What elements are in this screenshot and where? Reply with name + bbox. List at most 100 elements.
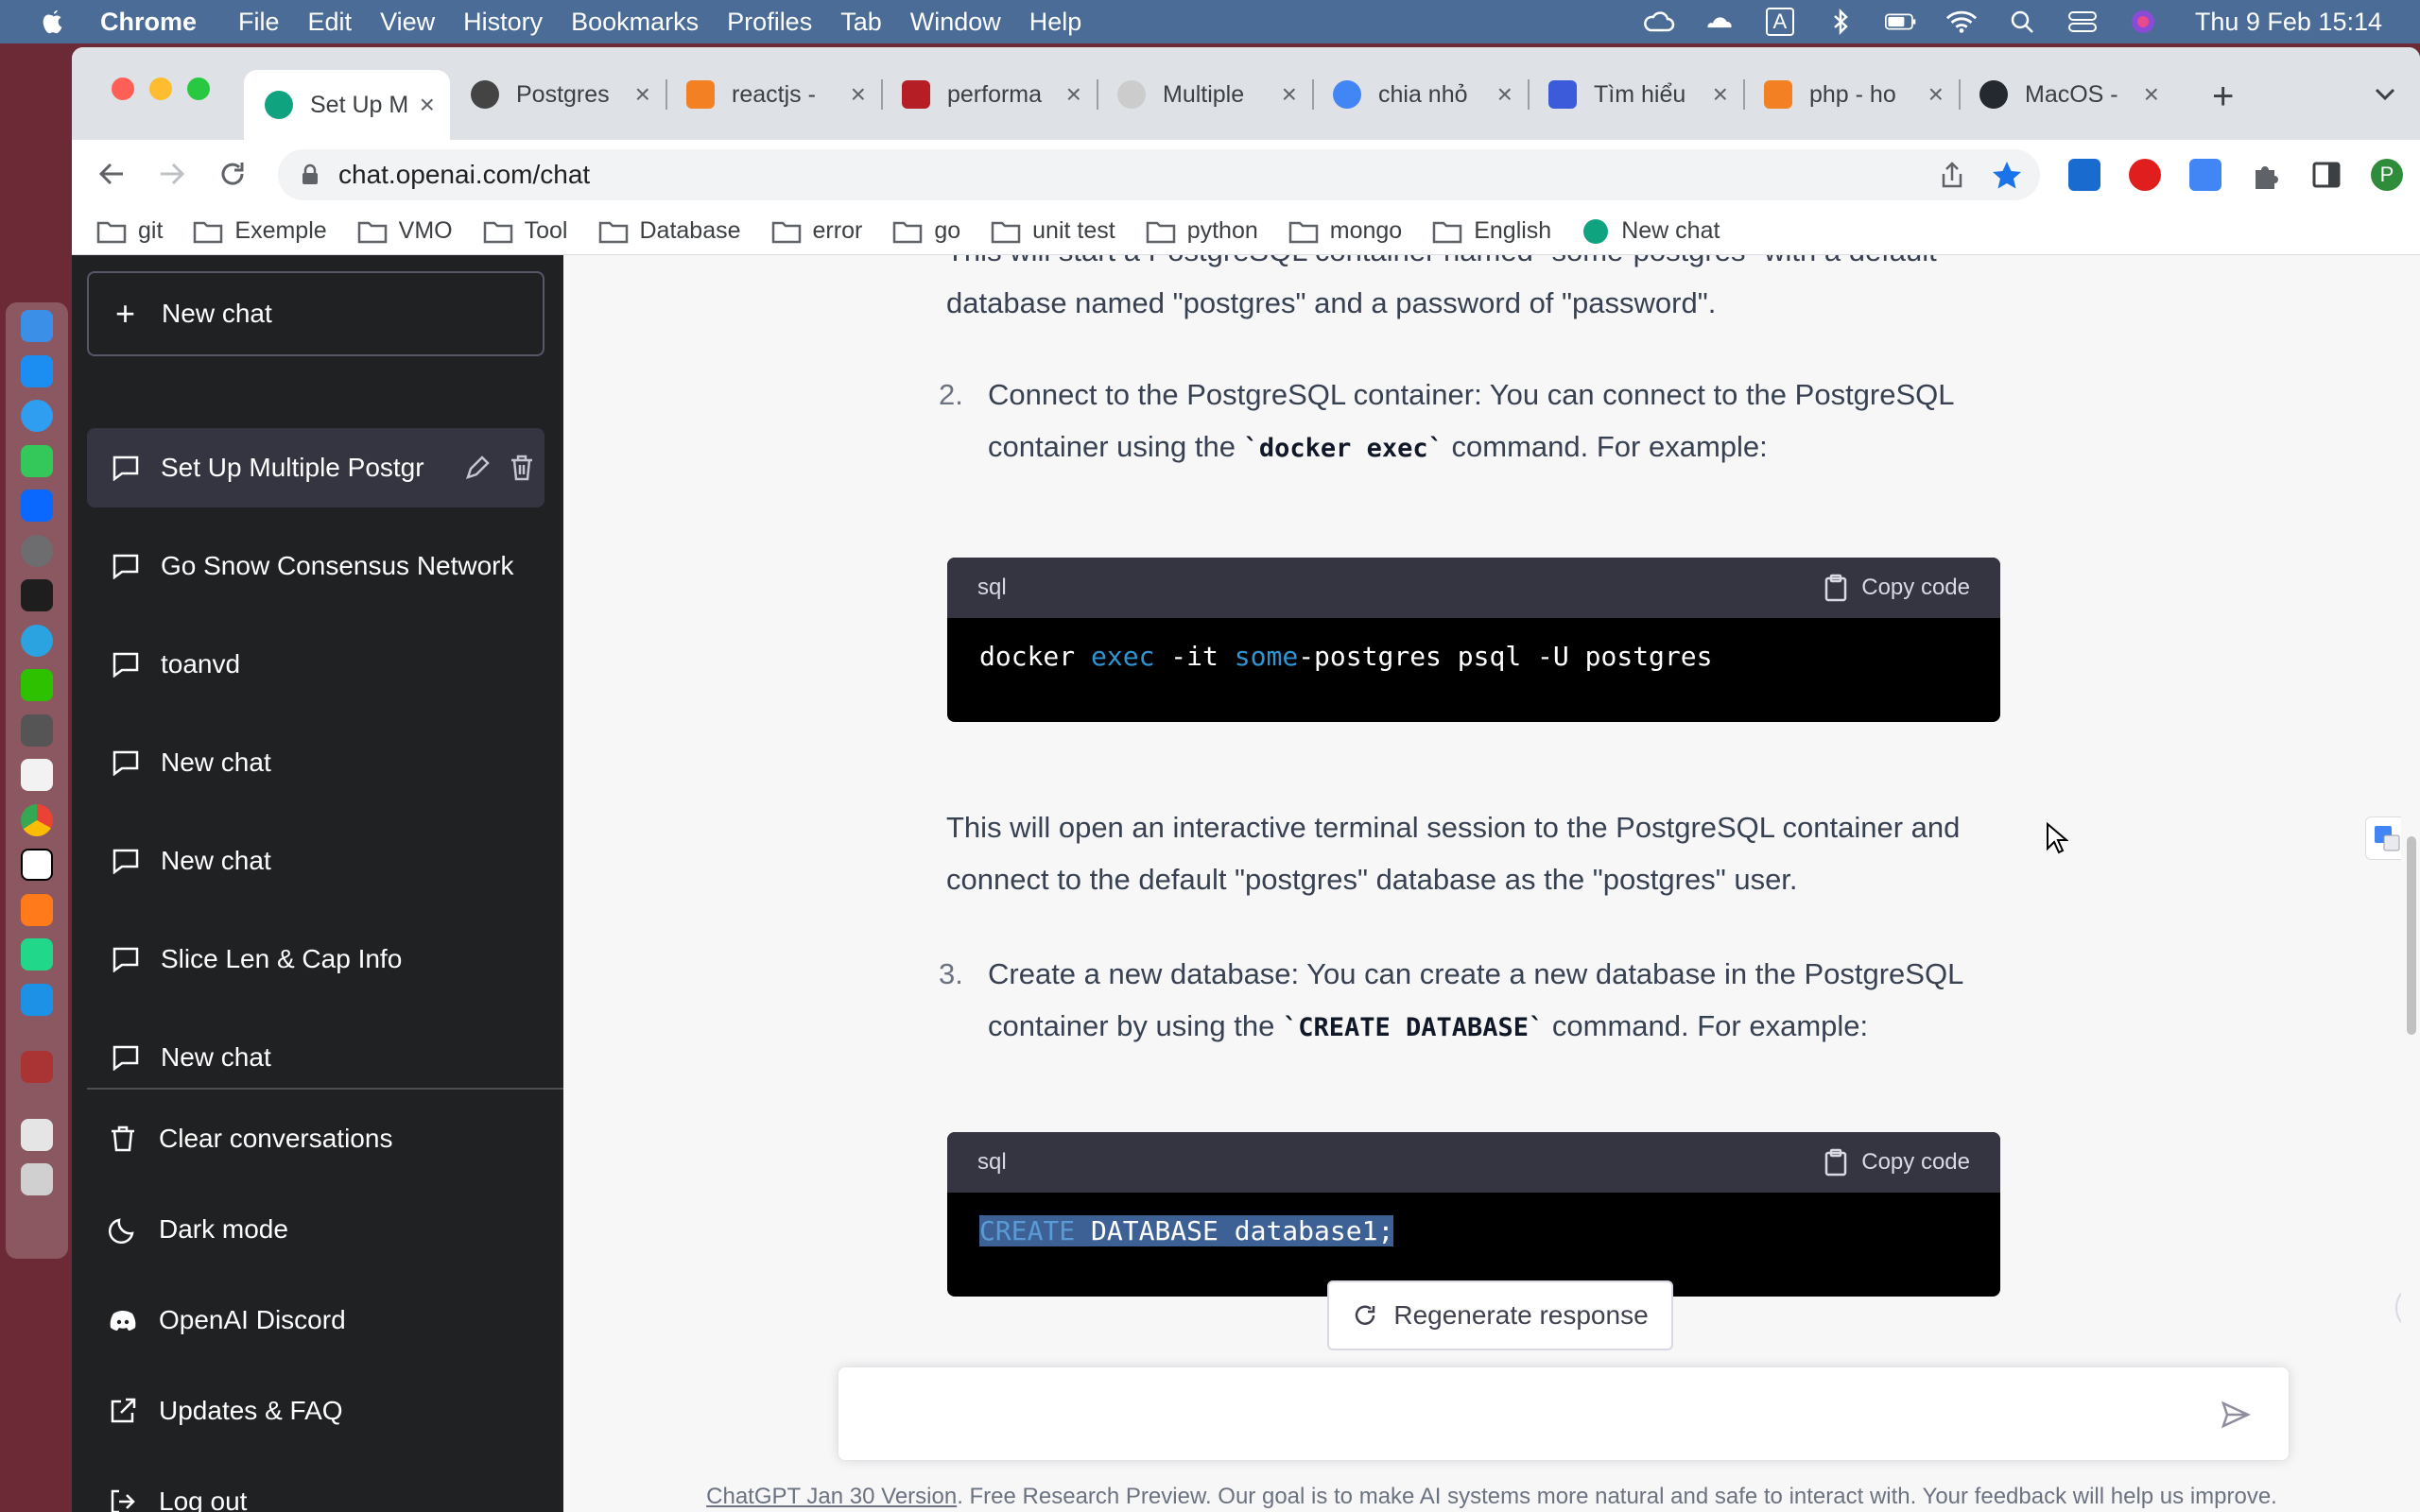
bookmark-folder-tool[interactable]: Tool bbox=[483, 217, 568, 245]
tab-postgres[interactable]: Postgres × bbox=[450, 70, 667, 119]
bookmark-folder-git[interactable]: git bbox=[96, 217, 163, 245]
copy-code-button[interactable]: Copy code bbox=[1824, 574, 1970, 602]
new-tab-plus-icon[interactable]: + bbox=[2212, 76, 2234, 118]
profile-avatar[interactable]: P bbox=[2371, 159, 2403, 191]
conversation-item[interactable]: New chat bbox=[87, 1018, 544, 1097]
bookmark-folder-python[interactable]: python bbox=[1146, 217, 1258, 245]
google-translate-extension-icon[interactable] bbox=[2189, 159, 2221, 191]
menu-profiles[interactable]: Profiles bbox=[727, 8, 812, 37]
tab-close-icon[interactable]: × bbox=[635, 79, 650, 110]
bookmark-folder-database[interactable]: Database bbox=[598, 217, 741, 245]
menu-file[interactable]: File bbox=[238, 8, 280, 37]
menu-window[interactable]: Window bbox=[910, 8, 1001, 37]
tab-close-icon[interactable]: × bbox=[1066, 79, 1081, 110]
bookmark-folder-exemple[interactable]: Exemple bbox=[193, 217, 327, 245]
window-close-button[interactable] bbox=[112, 77, 134, 100]
dock-app-preview-icon[interactable] bbox=[21, 1051, 53, 1083]
message-input[interactable] bbox=[857, 1390, 2181, 1439]
clear-conversations-button[interactable]: Clear conversations bbox=[87, 1099, 544, 1178]
bookmark-star-icon[interactable] bbox=[1991, 160, 2023, 190]
dock-appstore-icon[interactable] bbox=[21, 354, 53, 387]
tab-close-icon[interactable]: × bbox=[1928, 79, 1944, 110]
forward-arrow-icon[interactable] bbox=[155, 157, 189, 191]
main-scrollbar[interactable] bbox=[2401, 255, 2420, 1512]
conversation-item[interactable]: toanvd bbox=[87, 625, 544, 704]
dock-safari-icon[interactable] bbox=[21, 400, 53, 432]
dock-docker-icon[interactable] bbox=[21, 983, 53, 1016]
battery-icon[interactable] bbox=[1884, 9, 1917, 35]
lock-icon[interactable] bbox=[301, 163, 320, 186]
conversation-item[interactable]: New chat bbox=[87, 723, 544, 802]
control-center-icon[interactable] bbox=[2066, 9, 2099, 35]
conversation-item[interactable]: New chat bbox=[87, 821, 544, 901]
bookmark-folder-error[interactable]: error bbox=[771, 217, 862, 245]
dock-wechat-icon[interactable] bbox=[21, 669, 53, 701]
openai-discord-link[interactable]: OpenAI Discord bbox=[87, 1280, 544, 1360]
tab-close-icon[interactable]: × bbox=[1713, 79, 1728, 110]
tab-performance[interactable]: performa × bbox=[881, 70, 1098, 119]
adblock-extension-icon[interactable] bbox=[2129, 159, 2161, 191]
menu-help[interactable]: Help bbox=[1029, 8, 1082, 37]
dock-telegram-icon[interactable] bbox=[21, 624, 53, 657]
dock-notion-icon[interactable] bbox=[21, 849, 53, 881]
bookmark-folder-unit-test[interactable]: unit test bbox=[991, 217, 1115, 245]
window-minimize-button[interactable] bbox=[149, 77, 172, 100]
dock-trash-icon[interactable] bbox=[21, 1163, 53, 1195]
bookmark-folder-mongo[interactable]: mongo bbox=[1288, 217, 1402, 245]
tab-close-icon[interactable]: × bbox=[2144, 79, 2159, 110]
updates-faq-link[interactable]: Updates & FAQ bbox=[87, 1371, 544, 1451]
tab-close-icon[interactable]: × bbox=[1282, 79, 1297, 110]
conversation-item-active[interactable]: Set Up Multiple Postgr bbox=[87, 428, 544, 507]
tab-reactjs[interactable]: reactjs - × bbox=[666, 70, 883, 119]
menu-tab[interactable]: Tab bbox=[840, 8, 882, 37]
log-out-button[interactable]: Log out bbox=[87, 1462, 544, 1512]
tab-chatgpt[interactable]: Set Up M × bbox=[244, 70, 450, 140]
edit-pencil-icon[interactable] bbox=[463, 454, 492, 482]
conversation-item[interactable]: Go Snow Consensus Network bbox=[87, 526, 544, 606]
extension-1-icon[interactable] bbox=[2068, 159, 2100, 191]
dark-mode-toggle[interactable]: Dark mode bbox=[87, 1190, 544, 1269]
tab-google-search[interactable]: chia nhỏ × bbox=[1312, 70, 1530, 119]
status-cloud-icon[interactable] bbox=[1643, 9, 1675, 35]
tab-php[interactable]: php - ho × bbox=[1743, 70, 1961, 119]
back-arrow-icon[interactable] bbox=[95, 157, 129, 191]
menu-chrome[interactable]: Chrome bbox=[100, 8, 197, 37]
dock-messages-icon[interactable] bbox=[21, 444, 53, 477]
dock-activity-monitor-icon[interactable] bbox=[21, 759, 53, 791]
tab-multiple[interactable]: Multiple × bbox=[1097, 70, 1314, 119]
release-notes-link[interactable]: ChatGPT Jan 30 Version bbox=[706, 1484, 957, 1509]
menu-edit[interactable]: Edit bbox=[308, 8, 353, 37]
address-bar[interactable]: chat.openai.com/chat bbox=[278, 149, 2040, 200]
menu-history[interactable]: History bbox=[463, 8, 543, 37]
bookmark-folder-vmo[interactable]: VMO bbox=[357, 217, 453, 245]
bluetooth-icon[interactable] bbox=[1824, 9, 1857, 35]
scrollbar-thumb[interactable] bbox=[2407, 836, 2416, 1035]
tab-macos-github[interactable]: MacOS - × bbox=[1959, 70, 2174, 119]
dock-folder-icon[interactable] bbox=[21, 1118, 53, 1151]
share-icon[interactable] bbox=[1940, 161, 1964, 189]
wifi-icon[interactable] bbox=[1945, 9, 1978, 35]
regenerate-response-button[interactable]: Regenerate response bbox=[1327, 1280, 1673, 1350]
bookmark-folder-english[interactable]: English bbox=[1432, 217, 1551, 245]
menu-bookmarks[interactable]: Bookmarks bbox=[571, 8, 699, 37]
menu-view[interactable]: View bbox=[380, 8, 435, 37]
tab-close-icon[interactable]: × bbox=[1497, 79, 1512, 110]
dock-sublime-icon[interactable] bbox=[21, 893, 53, 926]
dock-terminal-icon[interactable] bbox=[21, 579, 53, 611]
apple-logo-icon[interactable] bbox=[40, 8, 66, 36]
spotlight-search-icon[interactable] bbox=[2006, 9, 2038, 35]
reload-icon[interactable] bbox=[216, 157, 250, 191]
delete-trash-icon[interactable] bbox=[509, 454, 535, 482]
conversation-item[interactable]: Slice Len & Cap Info bbox=[87, 919, 544, 999]
cloudflare-icon[interactable] bbox=[1703, 9, 1736, 35]
tab-close-icon[interactable]: × bbox=[851, 79, 866, 110]
side-panel-icon[interactable] bbox=[2310, 159, 2342, 191]
bookmark-folder-go[interactable]: go bbox=[892, 217, 960, 245]
dock-calculator-icon[interactable] bbox=[21, 713, 53, 747]
window-zoom-button[interactable] bbox=[187, 77, 210, 100]
tab-search-chevron-icon[interactable] bbox=[2373, 81, 2397, 106]
dock-finder-icon[interactable] bbox=[21, 310, 53, 342]
new-chat-button[interactable]: + New chat bbox=[87, 271, 544, 356]
send-icon[interactable] bbox=[2221, 1400, 2251, 1430]
copy-code-button[interactable]: Copy code bbox=[1824, 1148, 1970, 1177]
